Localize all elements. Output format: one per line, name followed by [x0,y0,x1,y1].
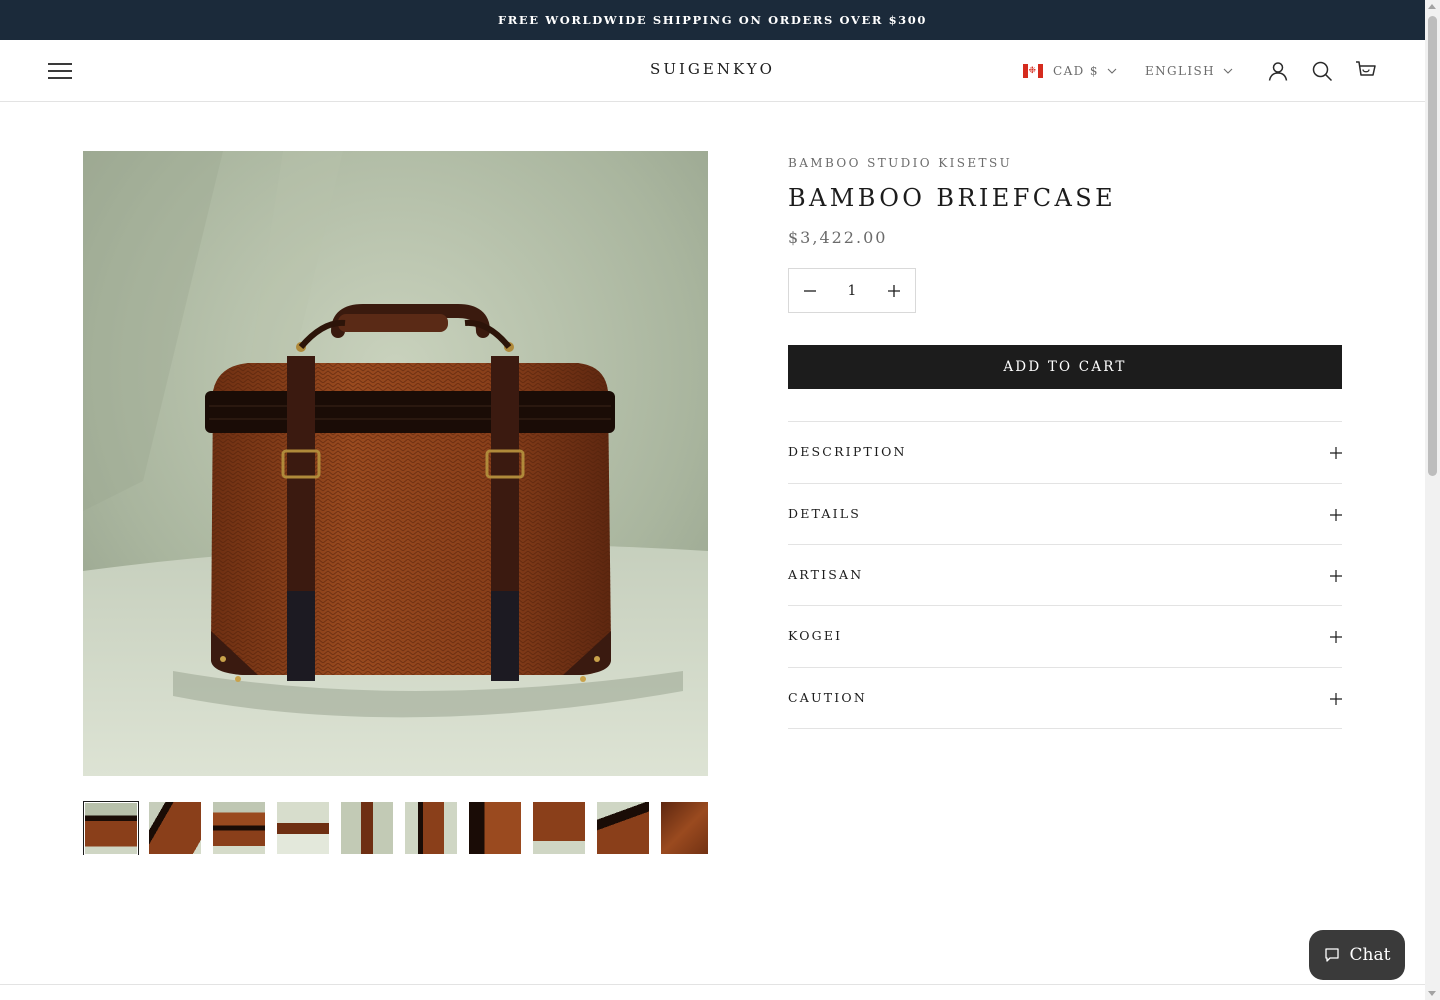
site-header: SUIGENKYO ❉ CAD $ ENGLISH [0,40,1425,102]
accordion-description[interactable]: DESCRIPTION [788,421,1342,483]
plus-icon [1330,693,1342,705]
product-vendor[interactable]: BAMBOO STUDIO KISETSU [788,156,1012,170]
accordion-label: KOGEI [788,628,843,643]
accordion-label: ARTISAN [788,567,864,582]
minus-icon [804,289,816,292]
chevron-down-icon [1107,68,1117,74]
canada-flag-icon: ❉ [1023,64,1044,78]
chat-bubble-icon [1324,948,1339,962]
search-icon[interactable] [1311,60,1333,82]
plus-icon [1330,631,1342,643]
accordion-label: DETAILS [788,506,862,521]
quantity-stepper: 1 [788,268,916,313]
announcement-text: FREE WORLDWIDE SHIPPING ON ORDERS OVER $… [498,13,927,27]
accordion-artisan[interactable]: ARTISAN [788,544,1342,605]
thumbnail-10[interactable] [661,802,708,854]
chat-button[interactable]: Chat [1309,930,1405,980]
chevron-down-icon [1223,68,1233,74]
currency-selector[interactable]: ❉ CAD $ [1023,64,1117,78]
thumbnail-strip [83,801,708,855]
accordion-caution[interactable]: CAUTION [788,667,1342,728]
announcement-bar: FREE WORLDWIDE SHIPPING ON ORDERS OVER $… [0,0,1425,40]
product-title: BAMBOO BRIEFCASE [788,184,1117,212]
thumbnail-6[interactable] [405,802,457,854]
product-price: $3,422.00 [788,228,888,247]
scroll-up-arrow-icon[interactable] [1428,4,1436,9]
briefcase-photo [83,151,708,776]
product-main-image[interactable] [83,151,708,776]
accordion-kogei[interactable]: KOGEI [788,605,1342,667]
plus-icon [1330,447,1342,459]
header-actions: ❉ CAD $ ENGLISH [1023,58,1377,84]
thumbnail-5[interactable] [341,802,393,854]
thumbnail-3[interactable] [213,802,265,854]
plus-icon [1330,570,1342,582]
quantity-decrease-button[interactable] [789,269,831,312]
quantity-increase-button[interactable] [873,269,915,312]
quantity-input[interactable]: 1 [831,283,873,299]
plus-icon [1330,509,1342,521]
section-divider [0,984,1425,985]
accordion-label: DESCRIPTION [788,444,907,459]
site-logo[interactable]: SUIGENKYO [650,60,775,78]
thumbnail-4[interactable] [277,802,329,854]
accordion-label: CAUTION [788,690,867,705]
plus-icon [888,284,900,297]
account-icon[interactable] [1267,60,1289,82]
thumbnail-8[interactable] [533,802,585,854]
thumbnail-2[interactable] [149,802,201,854]
thumbnail-9[interactable] [597,802,649,854]
currency-label: CAD $ [1053,64,1099,78]
add-to-cart-button[interactable]: ADD TO CART [788,345,1342,389]
chat-label: Chat [1349,945,1391,965]
thumbnail-1[interactable] [83,801,139,855]
accordion-details[interactable]: DETAILS [788,483,1342,544]
page-scrollbar[interactable] [1425,0,1440,1000]
cart-icon[interactable] [1355,60,1377,82]
thumbnail-7[interactable] [469,802,521,854]
language-selector[interactable]: ENGLISH [1145,64,1233,78]
accordion-divider [788,728,1342,729]
scroll-down-arrow-icon[interactable] [1428,991,1436,996]
menu-icon[interactable] [48,61,72,79]
scrollbar-thumb[interactable] [1428,16,1437,476]
language-label: ENGLISH [1144,64,1215,78]
